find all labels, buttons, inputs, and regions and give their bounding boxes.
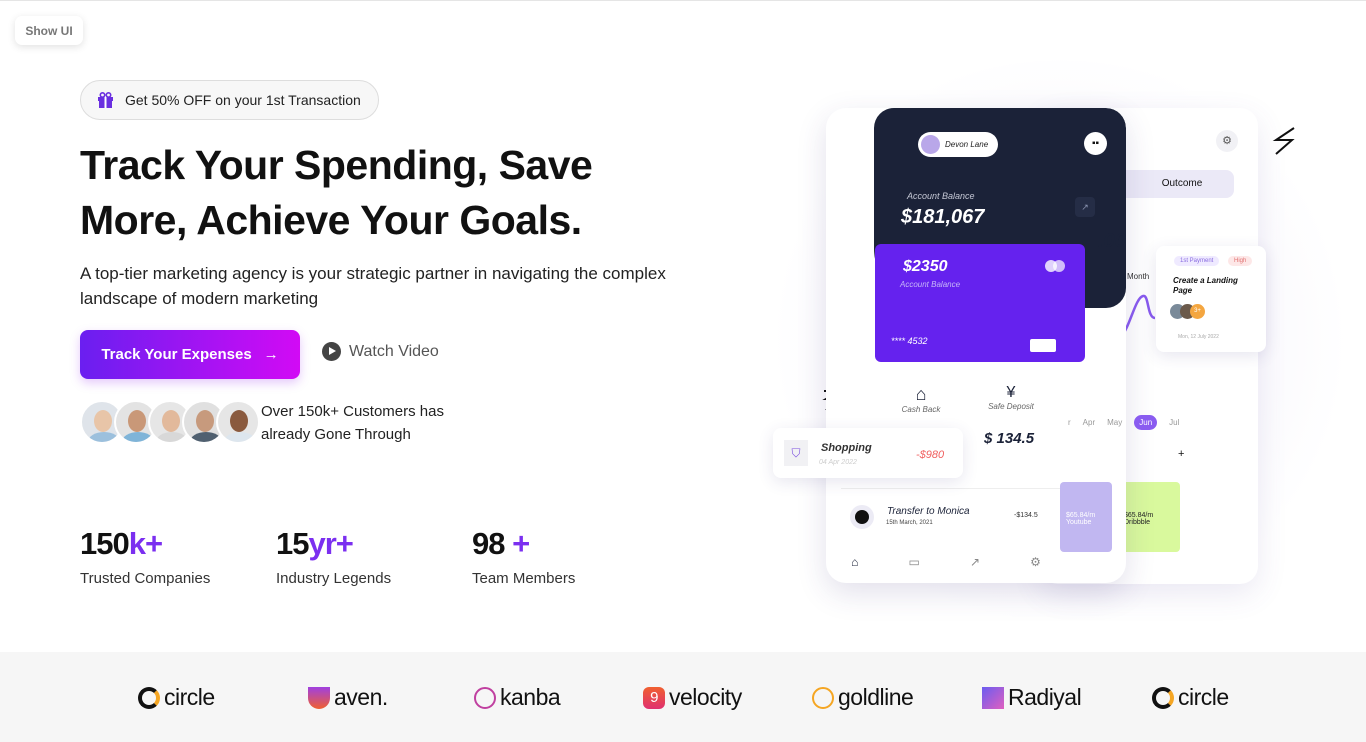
grid-menu-icon[interactable]: ▪▪ bbox=[1084, 132, 1107, 155]
arrow-right-icon: → bbox=[263, 346, 279, 363]
settings-icon[interactable]: ⚙ bbox=[1030, 555, 1041, 569]
receipt-icon: ¥ bbox=[1006, 384, 1016, 401]
show-ui-button[interactable]: Show UI bbox=[15, 16, 83, 45]
circle-logo-icon bbox=[1152, 686, 1174, 709]
house-icon: ⌂ bbox=[915, 384, 927, 404]
track-expenses-button[interactable]: Track Your Expenses → bbox=[80, 330, 300, 379]
avatar bbox=[921, 135, 940, 154]
logo-circle: circle bbox=[138, 684, 215, 711]
user-chip[interactable]: Devon Lane bbox=[918, 132, 998, 157]
safe-deposit[interactable]: ¥ Safe Deposit bbox=[976, 384, 1046, 411]
promo-text: Get 50% OFF on your 1st Transaction bbox=[125, 92, 361, 108]
page-title: Track Your Spending, Save More, Achieve Y… bbox=[80, 142, 593, 243]
customers-text: Over 150k+ Customers has already Gone Thr… bbox=[261, 403, 444, 443]
kanba-logo-icon bbox=[474, 686, 496, 709]
hero-description: A top-tier marketing agency is your stra… bbox=[80, 264, 666, 308]
radiyal-logo-icon bbox=[982, 686, 1004, 709]
velocity-logo-icon: 9 bbox=[643, 686, 665, 709]
circle-logo-icon bbox=[138, 686, 160, 709]
credit-card: $2350 Account Balance **** 4532 bbox=[875, 244, 1085, 362]
stat-years: 15yr+ Industry Legends bbox=[276, 526, 392, 587]
task-card: 1st Payment High Create a Landing Page 3… bbox=[1156, 246, 1266, 352]
plus-icon[interactable]: + bbox=[1178, 448, 1184, 460]
goldline-logo-icon bbox=[812, 686, 834, 709]
cta-label: Track Your Expenses bbox=[101, 346, 252, 363]
logo-aven: aven. bbox=[308, 684, 388, 711]
trend-icon: ↗ bbox=[1075, 197, 1095, 217]
logo-goldline: goldline bbox=[812, 684, 914, 711]
customer-avatars bbox=[80, 400, 260, 444]
logo-velocity: 9 velocity bbox=[643, 684, 742, 711]
balance-amount: $181,067 bbox=[901, 206, 985, 228]
gear-icon: ⚙ bbox=[1216, 130, 1238, 152]
top-border bbox=[0, 0, 1366, 1]
home-icon[interactable]: ⌂ bbox=[851, 555, 858, 569]
watch-label: Watch Video bbox=[349, 342, 439, 360]
stat-team: 98 + Team Members bbox=[472, 526, 576, 587]
transfer-date: 15th March, 2021 bbox=[886, 520, 933, 526]
stat-companies: 150k+ Trusted Companies bbox=[80, 526, 211, 587]
gift-icon bbox=[98, 92, 113, 108]
wallet-icon[interactable]: ▭ bbox=[908, 555, 919, 569]
promo-badge[interactable]: Get 50% OFF on your 1st Transaction bbox=[80, 80, 379, 120]
active-month[interactable]: Jun bbox=[1134, 415, 1158, 430]
month-selector: r Apr May Jun Jul bbox=[1068, 415, 1179, 430]
avatar bbox=[216, 400, 260, 444]
scribble-icon bbox=[1272, 127, 1295, 155]
shopping-bag-icon: ⛉ bbox=[784, 440, 808, 466]
transfer-title: Transfer to Monica bbox=[887, 506, 970, 517]
shopping-card: ⛉ Shopping 04 Apr 2022 -$980 bbox=[773, 428, 963, 478]
subscription-youtube: $65.84/m Youtube bbox=[1060, 482, 1112, 552]
transfer-avatar bbox=[850, 505, 874, 529]
cash-back[interactable]: ⌂ Cash Back bbox=[886, 384, 956, 414]
play-icon bbox=[322, 342, 341, 361]
partial-amount: .00 bbox=[1098, 230, 1126, 252]
aven-logo-icon bbox=[308, 686, 330, 709]
logo-radiyal: Radiyal bbox=[982, 684, 1082, 711]
logo-circle-2: circle bbox=[1152, 684, 1229, 711]
logo-kanba: kanba bbox=[474, 684, 561, 711]
transfer-amount: -$134.5 bbox=[1014, 512, 1038, 519]
watch-video-button[interactable]: Watch Video bbox=[322, 342, 439, 361]
balance-label: Account Balance bbox=[907, 191, 975, 201]
chart-icon[interactable]: ↗ bbox=[970, 555, 980, 569]
safe-deposit-amount: $ 134.5 bbox=[984, 430, 1035, 447]
period-month[interactable]: Month bbox=[1127, 272, 1149, 281]
